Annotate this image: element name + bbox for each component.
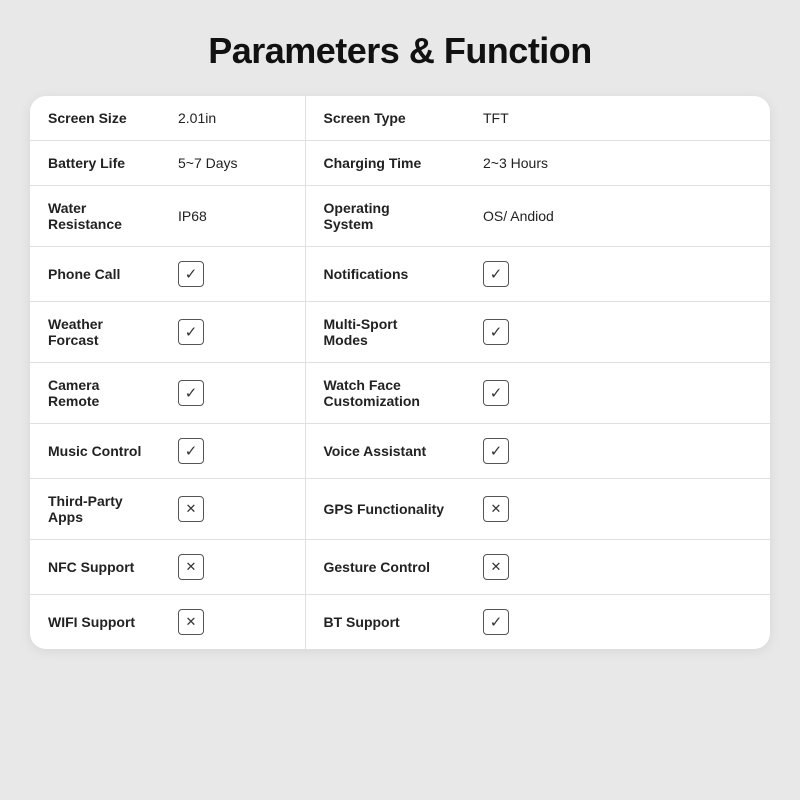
right-value bbox=[465, 302, 770, 363]
left-value: 2.01in bbox=[160, 96, 305, 141]
right-label: Multi-Sport Modes bbox=[305, 302, 465, 363]
check-yes-icon bbox=[483, 609, 509, 635]
table-row: Third-Party Apps GPS Functionality bbox=[30, 479, 770, 540]
right-label: Gesture Control bbox=[305, 540, 465, 595]
check-yes-icon bbox=[178, 438, 204, 464]
right-label: Watch Face Customization bbox=[305, 363, 465, 424]
right-label: Notifications bbox=[305, 247, 465, 302]
right-value bbox=[465, 479, 770, 540]
left-label: Battery Life bbox=[30, 141, 160, 186]
right-value bbox=[465, 540, 770, 595]
check-no-icon bbox=[178, 554, 204, 580]
table-row: Battery Life5~7 DaysCharging Time2~3 Hou… bbox=[30, 141, 770, 186]
params-table: Screen Size2.01inScreen TypeTFTBattery L… bbox=[30, 96, 770, 649]
right-value bbox=[465, 424, 770, 479]
check-yes-icon bbox=[178, 319, 204, 345]
right-label: Voice Assistant bbox=[305, 424, 465, 479]
right-value bbox=[465, 247, 770, 302]
check-no-icon bbox=[483, 554, 509, 580]
right-value bbox=[465, 595, 770, 650]
left-value bbox=[160, 424, 305, 479]
check-no-icon bbox=[178, 609, 204, 635]
page-title: Parameters & Function bbox=[208, 30, 592, 72]
right-label: Operating System bbox=[305, 186, 465, 247]
left-label: Third-Party Apps bbox=[30, 479, 160, 540]
left-value: 5~7 Days bbox=[160, 141, 305, 186]
left-label: Camera Remote bbox=[30, 363, 160, 424]
left-value bbox=[160, 595, 305, 650]
check-no-icon bbox=[483, 496, 509, 522]
check-yes-icon bbox=[178, 380, 204, 406]
table-row: Music Control Voice Assistant bbox=[30, 424, 770, 479]
left-value bbox=[160, 302, 305, 363]
table-row: WIFI Support BT Support bbox=[30, 595, 770, 650]
right-label: BT Support bbox=[305, 595, 465, 650]
left-value bbox=[160, 479, 305, 540]
check-yes-icon bbox=[178, 261, 204, 287]
right-value: OS/ Andiod bbox=[465, 186, 770, 247]
table-row: Camera Remote Watch Face Customization bbox=[30, 363, 770, 424]
page-container: Parameters & Function Screen Size2.01inS… bbox=[0, 0, 800, 800]
table-row: Water ResistanceIP68Operating SystemOS/ … bbox=[30, 186, 770, 247]
table-row: Phone Call Notifications bbox=[30, 247, 770, 302]
params-card: Screen Size2.01inScreen TypeTFTBattery L… bbox=[30, 96, 770, 649]
left-label: NFC Support bbox=[30, 540, 160, 595]
table-row: Screen Size2.01inScreen TypeTFT bbox=[30, 96, 770, 141]
check-yes-icon bbox=[483, 438, 509, 464]
left-value bbox=[160, 247, 305, 302]
check-yes-icon bbox=[483, 319, 509, 345]
left-value bbox=[160, 363, 305, 424]
right-label: Screen Type bbox=[305, 96, 465, 141]
left-label: Weather Forcast bbox=[30, 302, 160, 363]
right-label: Charging Time bbox=[305, 141, 465, 186]
table-row: Weather Forcast Multi-Sport Modes bbox=[30, 302, 770, 363]
check-yes-icon bbox=[483, 380, 509, 406]
left-label: Music Control bbox=[30, 424, 160, 479]
right-value: TFT bbox=[465, 96, 770, 141]
right-value: 2~3 Hours bbox=[465, 141, 770, 186]
left-label: Water Resistance bbox=[30, 186, 160, 247]
check-no-icon bbox=[178, 496, 204, 522]
left-label: Screen Size bbox=[30, 96, 160, 141]
left-label: Phone Call bbox=[30, 247, 160, 302]
left-value bbox=[160, 540, 305, 595]
left-label: WIFI Support bbox=[30, 595, 160, 650]
left-value: IP68 bbox=[160, 186, 305, 247]
right-value bbox=[465, 363, 770, 424]
table-row: NFC Support Gesture Control bbox=[30, 540, 770, 595]
right-label: GPS Functionality bbox=[305, 479, 465, 540]
check-yes-icon bbox=[483, 261, 509, 287]
